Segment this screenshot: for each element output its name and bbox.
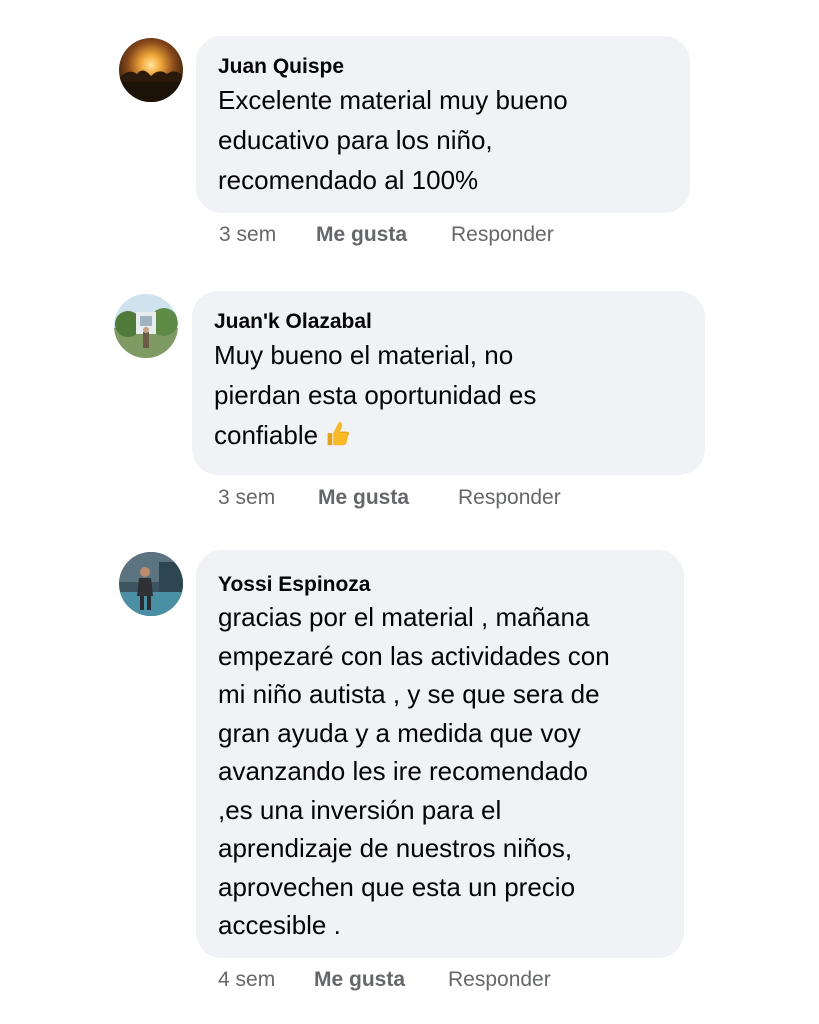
comment-bubble: Juan'k Olazabal Muy bueno el material, n… bbox=[192, 291, 705, 475]
comment-text: gracias por el material , mañana empezar… bbox=[218, 602, 610, 940]
reply-button[interactable]: Responder bbox=[448, 967, 551, 993]
comment-text: Muy bueno el material, no pierdan esta o… bbox=[214, 335, 683, 455]
comment-author[interactable]: Yossi Espinoza bbox=[218, 572, 662, 598]
reply-button[interactable]: Responder bbox=[451, 222, 554, 248]
comment-text-content: Muy bueno el material, no pierdan esta o… bbox=[214, 340, 537, 450]
comment-bubble: Juan Quispe Excelente material muy bueno… bbox=[196, 36, 690, 213]
sunset-photo-avatar-icon bbox=[119, 38, 183, 102]
reply-button[interactable]: Responder bbox=[458, 485, 561, 511]
thumbs-up-icon bbox=[327, 422, 350, 446]
comment-text: Excelente material muy bueno educativo p… bbox=[218, 85, 568, 195]
park-photo-avatar-icon bbox=[114, 294, 178, 358]
like-button[interactable]: Me gusta bbox=[318, 485, 409, 511]
comment-author[interactable]: Juan Quispe bbox=[218, 54, 668, 80]
comment-timestamp[interactable]: 3 sem bbox=[218, 485, 275, 511]
like-button[interactable]: Me gusta bbox=[316, 222, 407, 248]
like-button[interactable]: Me gusta bbox=[314, 967, 405, 993]
comment-timestamp[interactable]: 4 sem bbox=[218, 967, 275, 993]
person-photo-avatar-icon bbox=[119, 552, 183, 616]
avatar[interactable] bbox=[119, 552, 183, 616]
comment-author[interactable]: Juan'k Olazabal bbox=[214, 309, 683, 335]
avatar[interactable] bbox=[119, 38, 183, 102]
comment-timestamp[interactable]: 3 sem bbox=[219, 222, 276, 248]
avatar[interactable] bbox=[114, 294, 178, 358]
comment-bubble: Yossi Espinoza gracias por el material ,… bbox=[196, 550, 684, 958]
